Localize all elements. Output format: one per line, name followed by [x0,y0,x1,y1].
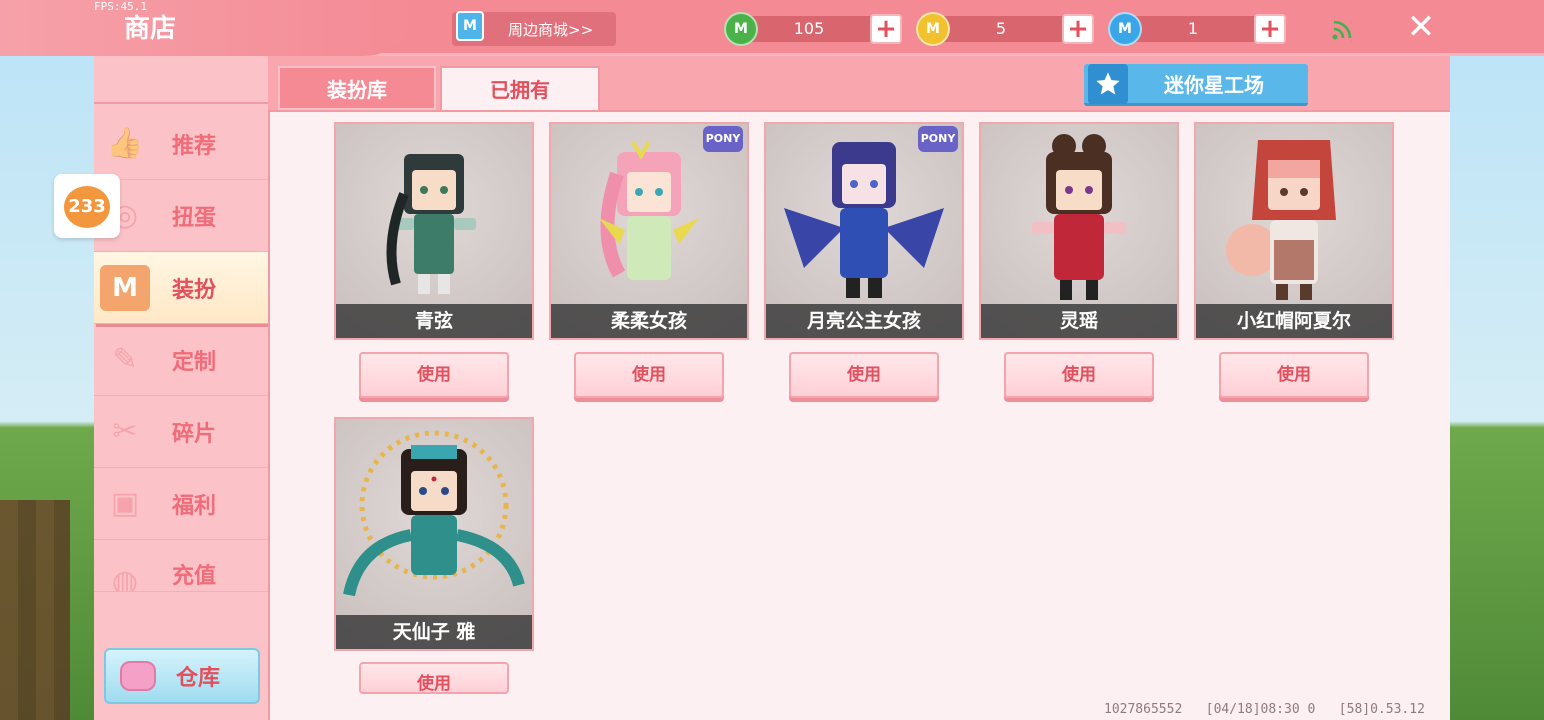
character-portrait [343,430,525,597]
sidebar-item-label: 充值 [172,564,217,589]
my-little-pony-tag: PONY [703,126,743,152]
currency-blue: 1 M + [1108,12,1286,46]
build-info: 1027865552 [04/18]08:30 0 [58]0.53.12 [1104,702,1425,717]
add-blue-currency-button[interactable]: + [1254,14,1286,44]
sidebar-item-dressup[interactable]: M 装扮 [94,252,268,324]
use-button[interactable]: 使用 [789,352,939,398]
background-left [0,56,96,720]
merch-mall-button[interactable]: M 周边商城>> [452,11,616,46]
fragment-icon: ✂ [112,414,138,449]
sidebar-item-label: 推荐 [172,133,217,159]
sidebar-header [94,56,268,104]
character-portrait [784,142,944,298]
sidebar-item-custom[interactable]: ✎ 定制 [94,324,268,396]
character-portrait [1226,140,1336,300]
tab-owned[interactable]: 已拥有 [440,66,600,112]
skin-card-lingyao[interactable]: 灵瑶 [979,122,1179,340]
skin-name: 灵瑶 [981,304,1177,338]
sidebar-item-label: 扭蛋 [172,205,217,231]
star-icon [1088,63,1128,104]
currency-green: 105 M + [724,12,902,46]
character-portrait [386,154,476,294]
skin-name: 柔柔女孩 [551,304,747,338]
gold-coin-icon: M [916,12,950,46]
character-portrait [599,141,699,280]
use-button[interactable]: 使用 [359,662,509,694]
skin-card-red-riding-hood[interactable]: 小红帽阿夏尔 [1194,122,1394,340]
merch-mall-label: 周边商城>> [508,20,594,39]
notification-badge[interactable]: 233 [54,174,120,238]
blue-coin-icon: M [1108,12,1142,46]
pencil-ruler-icon: ✎ [112,342,138,377]
sidebar-item-recommend[interactable]: 👍 推荐 [94,108,268,180]
use-button[interactable]: 使用 [359,352,509,398]
add-gold-currency-button[interactable]: + [1062,14,1094,44]
sidebar-item-label: 碎片 [172,421,217,447]
shopping-bag-icon: M [456,11,484,41]
title-area [0,0,420,56]
use-button[interactable]: 使用 [1219,352,1369,398]
signal-icon [1332,20,1352,40]
skin-name: 小红帽阿夏尔 [1196,304,1392,338]
character-portrait [1032,134,1126,300]
use-button[interactable]: 使用 [574,352,724,398]
mini-studio-button[interactable]: 迷你星工场 [1084,63,1308,106]
background-right [1448,56,1544,720]
close-icon[interactable]: ✕ [1404,8,1438,46]
sidebar-item-recharge[interactable]: ◍ 充值 [94,540,268,592]
top-bar: FPS:45.1 商店 M 周边商城>> 105 M + 5 M + 1 M +… [0,0,1544,56]
skin-name: 月亮公主女孩 [766,304,962,338]
currency-gold: 5 M + [916,12,1094,46]
green-coin-icon: M [724,12,758,46]
skin-card-qingxian[interactable]: 青弦 [334,122,534,340]
mini-studio-label: 迷你星工场 [1164,73,1264,97]
skin-name: 天仙子 雅 [336,615,532,649]
chest-icon [120,661,156,691]
coins-icon: ◍ [111,563,139,592]
skin-card-rourou[interactable]: PONY 柔柔女孩 [549,122,749,340]
use-button[interactable]: 使用 [1004,352,1154,398]
badge-count: 233 [64,186,110,228]
warehouse-label: 仓库 [176,666,221,691]
sidebar-item-label: 装扮 [172,277,217,303]
add-green-currency-button[interactable]: + [870,14,902,44]
skin-card-celestial-ya[interactable]: 天仙子 雅 [334,417,534,651]
shirt-icon: M [100,264,150,311]
warehouse-button[interactable]: 仓库 [104,648,260,704]
sidebar-item-fragments[interactable]: ✂ 碎片 [94,396,268,468]
skin-name: 青弦 [336,304,532,338]
thumbs-up-icon: 👍 [106,126,144,161]
skin-card-moon-princess[interactable]: PONY 月亮公主女孩 [764,122,964,340]
page-title: 商店 [124,14,177,44]
tab-wardrobe[interactable]: 装扮库 [278,66,436,110]
sidebar-item-gacha[interactable]: ◎ 扭蛋 [94,180,268,252]
gift-icon: ▣ [110,486,140,521]
sidebar-item-label: 福利 [172,493,217,519]
sidebar-item-welfare[interactable]: ▣ 福利 [94,468,268,540]
sidebar-item-label: 定制 [172,349,217,375]
my-little-pony-tag: PONY [918,126,958,152]
